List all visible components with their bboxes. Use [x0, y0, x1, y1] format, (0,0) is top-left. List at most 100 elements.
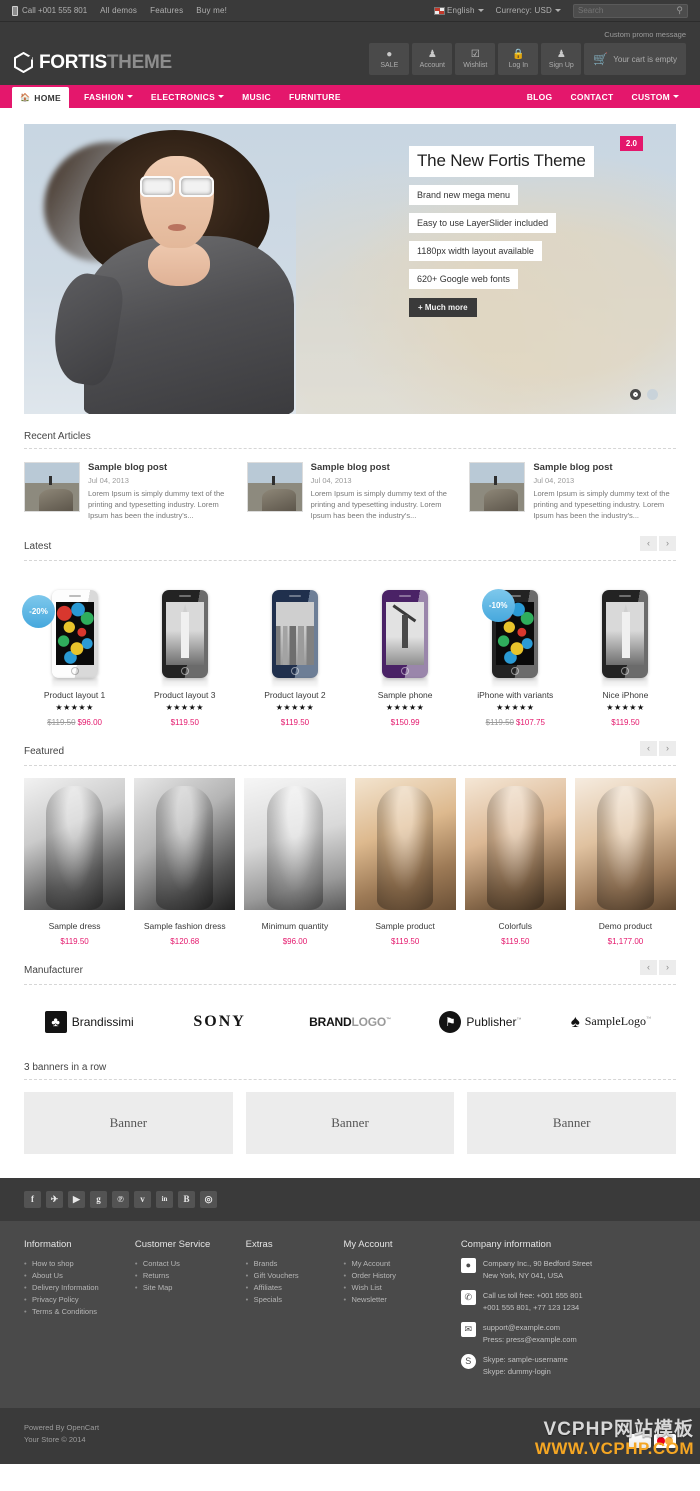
search-input[interactable] [578, 6, 677, 15]
top-link-all-demos[interactable]: All demos [100, 6, 137, 15]
top-link-buy-me[interactable]: Buy me! [196, 6, 227, 15]
lock-icon: 🔒 [512, 48, 525, 60]
company-email-line2[interactable]: Press: press@example.com [483, 1334, 577, 1346]
header-action-wishlist[interactable]: ☑ Wishlist [455, 43, 496, 75]
manufacturer-prev-button[interactable]: ‹ [640, 959, 657, 975]
top-link-features[interactable]: Features [150, 6, 183, 15]
article-title[interactable]: Sample blog post [88, 462, 231, 473]
manufacturer-samplelogo[interactable]: ♠ SampleLogo™ [546, 1013, 676, 1030]
footer-link[interactable]: Gift Vouchers [246, 1270, 334, 1282]
linkedin-icon[interactable]: in [156, 1190, 173, 1208]
featured-prev-button[interactable]: ‹ [640, 740, 657, 756]
footer-link[interactable]: Delivery Information [24, 1282, 125, 1294]
vimeo-icon[interactable]: v [134, 1190, 151, 1208]
manufacturer-publisher[interactable]: ⚑ Publisher™ [415, 1010, 545, 1033]
banner-3[interactable]: Banner [467, 1091, 677, 1154]
pinterest-icon[interactable]: ℗ [112, 1190, 129, 1208]
article-title[interactable]: Sample blog post [533, 462, 676, 473]
company-email-line1[interactable]: support@example.com [483, 1322, 577, 1334]
manufacturer-sony[interactable]: SONY [154, 1013, 284, 1031]
footer-link[interactable]: About Us [24, 1270, 125, 1282]
product-name[interactable]: Sample fashion dress [134, 921, 235, 931]
latest-next-button[interactable]: › [659, 535, 676, 551]
footer-link[interactable]: My Account [343, 1258, 450, 1270]
nav-item-contact[interactable]: CONTACT [561, 85, 622, 108]
product-card[interactable]: Sample product $119.50 [354, 777, 456, 946]
site-logo[interactable]: FORTISTHEME [14, 51, 172, 75]
product-card[interactable]: Sample phone ★★★★★ $150.99 [355, 573, 456, 727]
youtube-icon[interactable]: ▶ [68, 1190, 85, 1208]
footer-link[interactable]: Order History [343, 1270, 450, 1282]
footer-link[interactable]: Terms & Conditions [24, 1306, 125, 1318]
product-card[interactable]: Sample fashion dress $120.68 [134, 777, 236, 946]
list-item[interactable]: Sample blog post Jul 04, 2013 Lorem Ipsu… [469, 462, 676, 522]
header-action-account[interactable]: ♟ Account [412, 43, 453, 75]
nav-item-music[interactable]: MUSIC [233, 85, 280, 108]
footer-link[interactable]: Privacy Policy [24, 1294, 125, 1306]
product-name[interactable]: Demo product [575, 921, 676, 931]
nav-item-home[interactable]: 🏠 HOME [12, 87, 69, 108]
currency-selector[interactable]: Currency: USD [496, 6, 561, 15]
nav-item-custom[interactable]: CUSTOM [623, 85, 688, 108]
product-card[interactable]: Product layout 2 ★★★★★ $119.50 [244, 573, 345, 727]
product-card[interactable]: Nice iPhone ★★★★★ $119.50 [575, 573, 676, 727]
featured-next-button[interactable]: › [659, 740, 676, 756]
blogger-icon[interactable]: B [178, 1190, 195, 1208]
banner-1[interactable]: Banner [24, 1091, 233, 1154]
manufacturer-brandlogo[interactable]: BRANDLOGO™ [285, 1015, 415, 1029]
nav-item-furniture[interactable]: FURNITURE [280, 85, 350, 108]
footer-link[interactable]: Brands [246, 1258, 334, 1270]
product-name[interactable]: Product layout 2 [244, 690, 345, 700]
product-name[interactable]: iPhone with variants [465, 690, 566, 700]
banner-2[interactable]: Banner [245, 1091, 455, 1154]
product-card[interactable]: Sample dress $119.50 [24, 777, 126, 946]
cart-button[interactable]: 🛒 Your cart is empty [584, 43, 686, 75]
list-item[interactable]: Sample blog post Jul 04, 2013 Lorem Ipsu… [24, 462, 231, 522]
product-name[interactable]: Product layout 3 [134, 690, 235, 700]
product-card[interactable]: Colorfuls $119.50 [464, 777, 566, 946]
footer-link[interactable]: Affiliates [246, 1282, 334, 1294]
instagram-icon[interactable]: ◎ [200, 1190, 217, 1208]
product-card[interactable]: -20% Product layout 1 ★★★★★ $119.50 $96.0… [22, 573, 125, 727]
footer-link[interactable]: How to shop [24, 1258, 125, 1270]
search-icon[interactable]: ⚲ [676, 5, 683, 16]
latest-prev-button[interactable]: ‹ [640, 535, 657, 551]
footer-link[interactable]: Contact Us [135, 1258, 236, 1270]
header-action-login[interactable]: 🔒 Log In [498, 43, 539, 75]
article-title[interactable]: Sample blog post [311, 462, 454, 473]
product-card[interactable]: Minimum quantity $96.00 [244, 777, 346, 946]
product-name[interactable]: Product layout 1 [24, 690, 125, 700]
header-action-sale[interactable]: ● SALE [369, 43, 410, 75]
twitter-icon[interactable]: ✈ [46, 1190, 63, 1208]
slider-dot-2[interactable] [647, 389, 658, 400]
product-name[interactable]: Minimum quantity [244, 921, 345, 931]
search-box[interactable]: ⚲ [573, 3, 688, 18]
header-action-signup[interactable]: ♟ Sign Up [541, 43, 582, 75]
manufacturer-next-button[interactable]: › [659, 959, 676, 975]
footer-link[interactable]: Newsletter [343, 1294, 450, 1306]
slider-much-more-button[interactable]: + Much more [409, 297, 477, 317]
facebook-icon[interactable]: f [24, 1190, 41, 1208]
footer-link[interactable]: Wish List [343, 1282, 450, 1294]
footer-link[interactable]: Returns [135, 1270, 236, 1282]
hero-slider[interactable]: The New Fortis Theme 2.0 Brand new mega … [24, 124, 676, 414]
nav-item-electronics[interactable]: ELECTRONICS [142, 85, 233, 108]
footer-link[interactable]: Site Map [135, 1282, 236, 1294]
manufacturer-brandissimi[interactable]: ♣ Brandissimi [24, 1010, 154, 1033]
list-item[interactable]: Sample blog post Jul 04, 2013 Lorem Ipsu… [246, 462, 454, 522]
googleplus-icon[interactable]: g [90, 1190, 107, 1208]
product-name[interactable]: Sample dress [24, 921, 125, 931]
language-selector[interactable]: English [433, 6, 484, 15]
product-name[interactable]: Colorfuls [465, 921, 566, 931]
footer-link[interactable]: Specials [246, 1294, 334, 1306]
product-name[interactable]: Sample phone [355, 690, 456, 700]
product-card[interactable]: Demo product $1,177.00 [574, 777, 677, 946]
product-card[interactable]: Product layout 3 ★★★★★ $119.50 [134, 573, 235, 727]
product-name[interactable]: Nice iPhone [575, 690, 676, 700]
nav-item-fashion[interactable]: FASHION [75, 85, 142, 108]
product-card[interactable]: -10% iPhone with variants ★★★★★ $119.50 $… [465, 573, 566, 727]
slider-dot-1[interactable] [630, 389, 641, 400]
slider-pagination[interactable] [630, 389, 658, 400]
nav-item-blog[interactable]: BLOG [518, 85, 562, 108]
product-name[interactable]: Sample product [355, 921, 456, 931]
